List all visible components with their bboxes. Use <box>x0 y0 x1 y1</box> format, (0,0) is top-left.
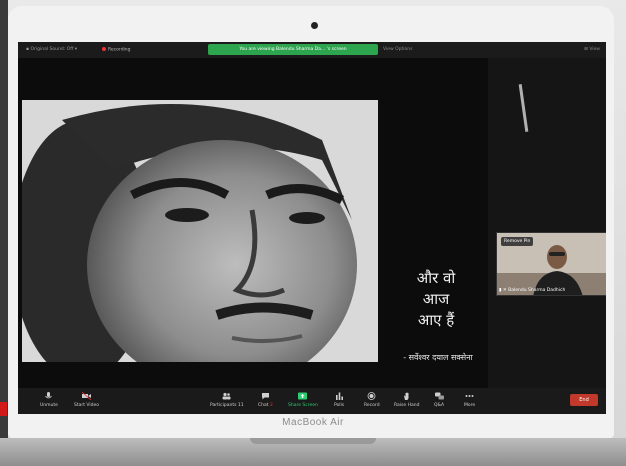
qa-bubbles-icon <box>434 392 444 400</box>
more-button[interactable]: More <box>464 392 475 408</box>
chat-bubble-icon <box>261 393 269 400</box>
meeting-toolbar: Unmute Start Video Participants 11 Chat … <box>18 388 606 414</box>
mic-off-icon: ✕ <box>502 288 507 293</box>
laptop-lid: ▪ Original Sound: Off ▾ Recording You ar… <box>8 6 614 438</box>
remove-pin-button[interactable]: Remove Pin <box>501 237 534 246</box>
poet-name: - सर्वेश्वर दयाल सक्सेना <box>403 353 473 362</box>
zoom-window: ▪ Original Sound: Off ▾ Recording You ar… <box>18 42 606 414</box>
shield-icon: ▪ <box>26 47 30 52</box>
qa-button[interactable]: Q&A <box>434 392 444 408</box>
side-video-area: Remove Pin ▮ ✕ Balendu Sharma Dadhich <box>488 58 606 388</box>
portrait-photo <box>22 100 378 362</box>
poem-title: और वो आज आए हैं <box>396 268 476 331</box>
background-left-edge <box>0 0 8 438</box>
reflection-streak <box>518 84 529 132</box>
photo-scene: ▪ Original Sound: Off ▾ Recording You ar… <box>0 0 626 466</box>
chevron-down-icon: ▾ <box>74 47 78 52</box>
share-screen-icon <box>298 392 308 400</box>
shared-screen: और वो आज आए हैं - सर्वेश्वर दयाल सक्सेना <box>18 58 488 388</box>
microphone-icon <box>45 392 53 399</box>
background-red-object <box>0 402 7 416</box>
unmute-button[interactable]: Unmute <box>40 392 58 408</box>
view-options-button[interactable]: View Options <box>383 47 412 52</box>
viewing-screen-banner[interactable]: You are viewing Balendu Sharma Da... 's … <box>208 44 378 55</box>
record-icon <box>367 392 376 400</box>
laptop-hinge-notch <box>250 438 376 444</box>
video-camera-icon <box>82 392 92 400</box>
participants-icon <box>222 392 231 400</box>
participants-button[interactable]: Participants 11 <box>210 392 244 408</box>
pinned-video-thumbnail[interactable]: Remove Pin ▮ ✕ Balendu Sharma Dadhich <box>496 232 606 296</box>
meeting-top-bar: ▪ Original Sound: Off ▾ Recording You ar… <box>18 42 606 58</box>
webcam-icon <box>311 22 318 29</box>
recording-indicator[interactable]: Recording <box>102 47 131 53</box>
share-screen-button[interactable]: Share Screen <box>288 392 318 408</box>
chat-button[interactable]: Chat 2 <box>258 392 273 408</box>
participants-count: 11 <box>237 403 244 408</box>
hand-icon <box>404 392 409 400</box>
raise-hand-button[interactable]: Raise Hand <box>394 392 419 408</box>
poem-line: आए हैं <box>417 311 455 329</box>
polls-icon <box>335 392 343 400</box>
laptop-brand-label: MacBook Air <box>282 417 344 428</box>
record-button[interactable]: Record <box>364 392 380 408</box>
polls-button[interactable]: Polls <box>334 392 344 408</box>
original-sound-toggle[interactable]: ▪ Original Sound: Off ▾ <box>26 47 77 52</box>
poem-line: आज <box>422 290 450 308</box>
participant-name-label: ▮ ✕ Balendu Sharma Dadhich <box>499 288 566 293</box>
poem-line: और वो <box>416 269 456 287</box>
grid-icon: ⊞ <box>584 47 588 52</box>
end-meeting-button[interactable]: End <box>570 394 598 406</box>
recording-dot-icon <box>102 47 106 51</box>
more-dots-icon <box>465 395 474 397</box>
view-layout-button[interactable]: ⊞ View <box>584 47 600 52</box>
signal-icon: ▮ <box>499 288 502 293</box>
start-video-button[interactable]: Start Video <box>74 392 99 408</box>
chat-badge: 2 <box>269 403 273 408</box>
